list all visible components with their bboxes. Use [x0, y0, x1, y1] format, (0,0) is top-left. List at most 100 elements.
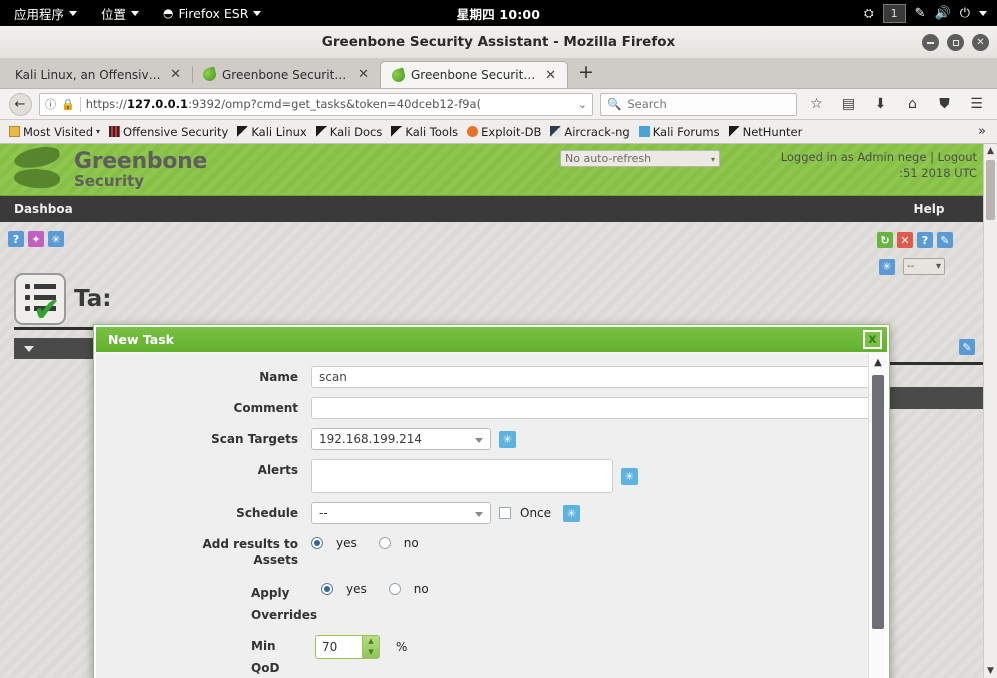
bookmarks-overflow-button[interactable]: » — [978, 124, 992, 139]
pocket-icon[interactable]: ⛊ — [932, 96, 957, 112]
search-placeholder: Search — [627, 97, 667, 111]
gsa-login-info: Logged in as Admin nege | Logout :51 201… — [781, 149, 977, 181]
new-schedule-icon[interactable]: ✳ — [563, 504, 581, 522]
list-dot — [25, 284, 30, 289]
gsa-toolbar-icons: ? ✦ ✳ — [0, 222, 983, 247]
edit-icon[interactable]: ✎ — [959, 339, 975, 355]
network-icon[interactable]: ⛭ — [864, 6, 874, 21]
bookmark-nethunter[interactable]: NetHunter — [725, 124, 807, 140]
tab-close-icon[interactable]: ✕ — [543, 69, 558, 82]
close-button[interactable]: ✕ — [972, 34, 989, 51]
new-tab-button[interactable]: + — [568, 62, 604, 85]
bookmark-most-visited[interactable]: Most Visited ▾ — [5, 124, 104, 140]
new-target-icon[interactable]: ✳ — [499, 430, 516, 448]
bookmark-label: Aircrack-ng — [564, 124, 630, 139]
help-icon[interactable]: ? — [917, 232, 933, 248]
help-icon[interactable]: ? — [8, 231, 24, 247]
add-results-no-radio[interactable] — [378, 537, 391, 549]
downloads-icon[interactable]: ⬇ — [868, 96, 893, 112]
library-icon[interactable]: ▤ — [836, 96, 861, 112]
min-qod-arrows[interactable]: ▲ ▼ — [362, 636, 379, 658]
offensive-security-icon — [109, 126, 121, 137]
places-menu[interactable]: 位置 — [89, 0, 151, 26]
scroll-down-arrow[interactable]: ▼ — [984, 664, 997, 678]
auto-refresh-select[interactable]: No auto-refresh ▾ — [560, 150, 720, 167]
firefox-menu[interactable]: ◓ Firefox ESR — [151, 0, 273, 26]
scroll-up-arrow[interactable]: ▲ — [984, 144, 997, 158]
wizard-icon[interactable]: ✦ — [28, 231, 44, 247]
name-input[interactable]: scan — [311, 366, 887, 388]
desktop-top-panel: 应用程序 位置 ◓ Firefox ESR 星期四 10:00 ⛭ 1 ✎ 🔊 … — [0, 0, 997, 26]
dialog-scroll-thumb[interactable] — [872, 375, 884, 629]
kali-dragon-icon — [237, 126, 249, 137]
page-scrollbar[interactable]: ▲ ▼ — [983, 144, 997, 678]
add-results-yes-radio[interactable] — [311, 537, 323, 549]
refresh-icon[interactable]: ↻ — [877, 232, 893, 248]
page-scroll-thumb[interactable] — [986, 160, 995, 220]
min-qod-input[interactable]: 70 — [316, 636, 362, 658]
reader-mode-icon[interactable]: ⌄ — [572, 98, 587, 111]
bookmark-kali-linux[interactable]: Kali Linux — [233, 124, 310, 140]
tab-label: Greenbone Security A... — [411, 68, 537, 82]
stepper-down-icon[interactable]: ▼ — [368, 649, 373, 656]
caret-down-icon[interactable] — [979, 10, 987, 16]
alerts-input[interactable] — [311, 459, 613, 493]
scan-targets-select[interactable]: 192.168.199.214 — [311, 428, 491, 450]
bookmark-exploit-db[interactable]: Exploit-DB — [463, 124, 545, 140]
new-task-icon[interactable]: ✳ — [48, 231, 64, 247]
hamburger-menu-icon[interactable]: ☰ — [964, 96, 989, 112]
filter-select-value: -- — [907, 261, 915, 272]
bookmark-kali-docs[interactable]: Kali Docs — [312, 124, 387, 140]
apply-overrides-yes-radio[interactable] — [321, 583, 333, 595]
new-alert-icon[interactable]: ✳ — [621, 467, 638, 485]
bookmark-aircrack-ng[interactable]: Aircrack-ng — [546, 124, 633, 140]
schedule-once-checkbox[interactable] — [499, 507, 511, 519]
tab-kali-linux[interactable]: Kali Linux, an Offensive S... ✕ — [4, 61, 192, 88]
bookmark-kali-forums[interactable]: Kali Forums — [635, 124, 724, 140]
power-icon[interactable]: ⏻ — [960, 6, 970, 21]
gsa-login-line1: Logged in as Admin nege | Logout — [780, 150, 977, 164]
bookmark-star-icon[interactable]: ☆ — [804, 96, 829, 112]
home-icon[interactable]: ⌂ — [900, 96, 925, 112]
right-divider — [875, 362, 983, 365]
schedule-select[interactable]: -- — [311, 502, 491, 524]
bluetooth-icon[interactable]: ✎ — [915, 6, 926, 21]
apply-overrides-no-radio[interactable] — [388, 583, 401, 595]
url-text: https://127.0.0.1:9392/omp?cmd=get_tasks… — [86, 97, 481, 111]
applications-menu[interactable]: 应用程序 — [0, 0, 89, 26]
bookmark-label: Most Visited — [23, 124, 93, 139]
bookmark-offensive-security[interactable]: Offensive Security — [105, 124, 232, 140]
comment-input[interactable] — [311, 397, 887, 419]
delete-icon[interactable]: ✕ — [897, 232, 913, 248]
page-info-icon[interactable]: ⓘ — [45, 96, 56, 112]
minimize-button[interactable] — [922, 34, 939, 51]
min-qod-stepper[interactable]: 70 ▲ ▼ — [315, 635, 380, 659]
add-results-no-label: no — [403, 536, 419, 550]
tab-greenbone-1[interactable]: Greenbone Security A... ✕ — [192, 61, 380, 88]
bookmark-label: Kali Docs — [329, 124, 383, 139]
search-bar[interactable]: 🔍 Search — [600, 92, 797, 116]
nav-help[interactable]: Help — [875, 196, 983, 222]
edit-icon[interactable]: ✎ — [937, 232, 953, 248]
gsa-right-edit-row: ✎ — [875, 275, 983, 355]
filter-select[interactable]: -- ▾ — [903, 258, 945, 275]
workspace-switcher[interactable]: 1 — [882, 3, 906, 23]
dialog-scroll-up-arrow[interactable]: ▲ — [869, 354, 887, 370]
bookmarks-toolbar: Most Visited ▾ Offensive Security Kali L… — [0, 120, 997, 144]
nav-dashboard[interactable]: Dashboa — [0, 196, 87, 222]
dialog-scrollbar[interactable]: ▲ ▼ — [868, 354, 887, 678]
new-filter-icon[interactable]: ✳ — [879, 258, 895, 275]
bookmark-kali-tools[interactable]: Kali Tools — [387, 124, 462, 140]
tab-greenbone-2[interactable]: Greenbone Security A... ✕ — [380, 61, 568, 88]
tab-close-icon[interactable]: ✕ — [168, 68, 183, 81]
lock-warning-icon[interactable]: 🔒 — [61, 98, 75, 111]
url-bar[interactable]: ⓘ 🔒 https://127.0.0.1:9392/omp?cmd=get_t… — [39, 92, 593, 116]
tab-close-icon[interactable]: ✕ — [356, 68, 371, 81]
bookmark-label: Kali Linux — [251, 124, 307, 139]
volume-icon[interactable]: 🔊 — [935, 6, 951, 21]
maximize-button[interactable] — [947, 34, 964, 51]
stepper-up-icon[interactable]: ▲ — [368, 638, 373, 645]
dialog-titlebar: New Task x — [94, 325, 889, 352]
back-button[interactable]: ← — [8, 92, 32, 116]
dialog-close-button[interactable]: x — [863, 330, 882, 349]
